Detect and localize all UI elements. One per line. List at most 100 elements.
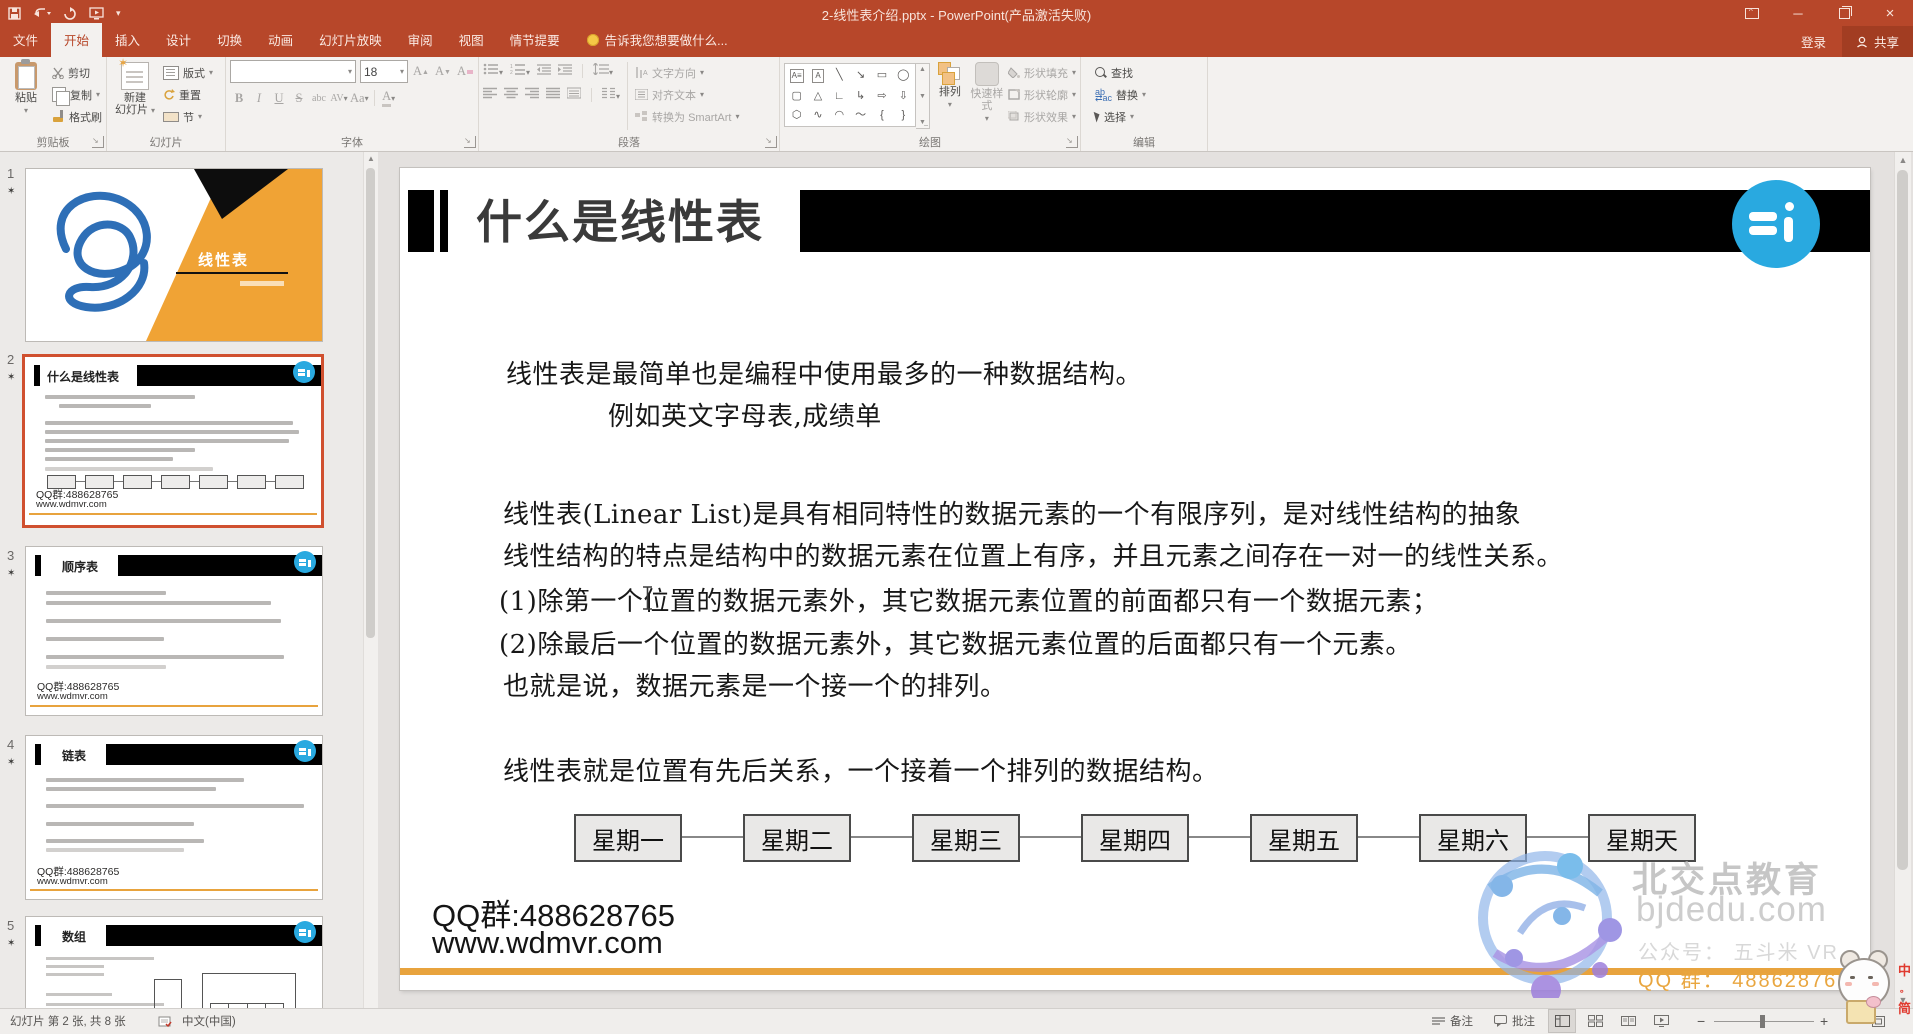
body-line[interactable]: 线性表就是位置有先后关系，一个接着一个排列的数据结构。 bbox=[503, 751, 1219, 788]
spell-check-icon[interactable] bbox=[158, 1009, 172, 1033]
zoom-in-button[interactable]: + bbox=[1820, 1009, 1828, 1033]
convert-smartart-button[interactable]: 转换为 SmartArt▾ bbox=[635, 107, 739, 126]
change-case-button[interactable]: Aa▾ bbox=[350, 88, 369, 108]
tab-file[interactable]: 文件 bbox=[0, 23, 51, 57]
triangle-shape-icon[interactable]: △ bbox=[814, 90, 822, 102]
chain-box-monday[interactable]: 星期一 bbox=[574, 814, 682, 862]
distribute-button[interactable] bbox=[567, 86, 581, 104]
shape-outline-button[interactable]: 形状轮廓▾ bbox=[1008, 85, 1076, 104]
format-painter-button[interactable]: 格式刷 bbox=[52, 107, 102, 126]
scribble-shape-icon[interactable]: ∿ bbox=[813, 109, 822, 121]
block-arrow-right-icon[interactable]: ⇨ bbox=[877, 90, 886, 102]
tab-review[interactable]: 审阅 bbox=[395, 23, 446, 57]
text-direction-button[interactable]: A文字方向▾ bbox=[635, 63, 739, 82]
align-left-button[interactable] bbox=[483, 86, 497, 104]
body-line[interactable]: 例如英文字母表,成绩单 bbox=[608, 396, 882, 433]
body-line[interactable]: (2)除最后一个位置的数据元素外，其它数据元素位置的后面都只有一个元素。 bbox=[499, 624, 1412, 661]
elbow-arrow-shape-icon[interactable]: ↳ bbox=[856, 90, 865, 102]
replace-button[interactable]: ab⇄ac替换▾ bbox=[1095, 85, 1146, 104]
tab-view[interactable]: 视图 bbox=[446, 23, 497, 57]
close-button[interactable]: × bbox=[1867, 0, 1913, 26]
dialog-launcher-icon[interactable]: ↘ bbox=[92, 136, 104, 148]
shape-fill-button[interactable]: 形状填充▾ bbox=[1008, 63, 1076, 82]
textbox-shape-icon[interactable]: A≡ bbox=[790, 69, 804, 83]
shape-effects-button[interactable]: 形状效果▾ bbox=[1008, 107, 1076, 126]
align-text-button[interactable]: 对齐文本▾ bbox=[635, 85, 739, 104]
tab-transitions[interactable]: 切换 bbox=[204, 23, 255, 57]
arc-shape-icon[interactable]: ◠ bbox=[835, 109, 845, 121]
slide-sorter-view-button[interactable] bbox=[1581, 1009, 1609, 1033]
strikethrough-button[interactable]: S bbox=[290, 88, 308, 108]
slide-thumbnail-2-selected[interactable]: 什么是线性表 QQ群:488628765 www.wdmvr.com bbox=[22, 354, 324, 528]
dialog-launcher-icon[interactable]: ↘ bbox=[765, 136, 777, 148]
ime-char[interactable]: 中 bbox=[1898, 960, 1911, 979]
tab-storyboard[interactable]: 情节提要 bbox=[497, 23, 573, 57]
slide-thumbnail-4[interactable]: 链表 QQ群:488628765 www.wdmvr.com bbox=[25, 735, 323, 900]
slide-thumbnail-1[interactable]: 线性表 bbox=[25, 168, 323, 342]
copy-button[interactable]: 复制▾ bbox=[52, 85, 102, 104]
freeform-shape-icon[interactable]: ⬡ bbox=[792, 109, 802, 121]
arrange-button[interactable]: 排列 ▾ bbox=[934, 60, 966, 132]
shadow-button[interactable]: abc bbox=[310, 88, 328, 108]
shapes-gallery-scrollbar[interactable]: ▲▼▼̲ bbox=[916, 63, 930, 129]
font-color-button[interactable]: A▾ bbox=[380, 88, 398, 108]
slide-title[interactable]: 什么是线性表 bbox=[476, 186, 764, 252]
curve-shape-icon[interactable]: ～ bbox=[855, 109, 866, 121]
tab-design[interactable]: 设计 bbox=[153, 23, 204, 57]
chain-box-wednesday[interactable]: 星期三 bbox=[912, 814, 1020, 862]
tab-insert[interactable]: 插入 bbox=[102, 23, 153, 57]
layout-button[interactable]: 版式▾ bbox=[163, 63, 213, 82]
find-button[interactable]: 查找 bbox=[1095, 63, 1146, 82]
line-spacing-button[interactable]: ▾ bbox=[593, 62, 613, 80]
reading-view-button[interactable] bbox=[1614, 1009, 1642, 1033]
justify-button[interactable] bbox=[546, 86, 560, 104]
bullets-button[interactable]: ▾ bbox=[483, 62, 503, 80]
columns-button[interactable]: ▾ bbox=[602, 86, 620, 104]
select-button[interactable]: 选择▾ bbox=[1095, 107, 1146, 126]
sign-in-link[interactable]: 登录 bbox=[1785, 32, 1842, 51]
cut-button[interactable]: 剪切 bbox=[52, 63, 102, 82]
slide-thumbnail-5[interactable]: 数组 bbox=[25, 916, 323, 1008]
ime-language-strip[interactable]: 中 。 简 bbox=[1897, 960, 1912, 1017]
zoom-out-button[interactable]: − bbox=[1697, 1009, 1705, 1033]
tab-home[interactable]: 开始 bbox=[51, 23, 102, 57]
scrollbar-thumb[interactable] bbox=[1897, 170, 1908, 870]
line-shape-icon[interactable]: ╲ bbox=[836, 69, 843, 83]
block-arrow-down-icon[interactable]: ⇩ bbox=[899, 90, 908, 102]
thumbnail-scrollbar[interactable]: ▲ bbox=[363, 152, 378, 1008]
comments-button[interactable]: 批注 bbox=[1494, 1009, 1535, 1033]
italic-button[interactable]: I bbox=[250, 88, 268, 108]
notes-button[interactable]: 备注 bbox=[1432, 1009, 1473, 1033]
slide-counter[interactable]: 幻灯片 第 2 张, 共 8 张 bbox=[10, 1009, 126, 1033]
increase-indent-button[interactable] bbox=[558, 62, 572, 80]
quick-styles-button[interactable]: 快速样式 ▾ bbox=[970, 60, 1004, 132]
shapes-gallery[interactable]: A≡ A ╲ ↘ ▭ ◯ ▢ △ ∟ ↳ ⇨ ⇩ ⬡ ∿ ◠ ～ { bbox=[784, 63, 916, 127]
slide-canvas[interactable]: 什么是线性表 线性表是最简单也是编程中使用最多的一种数据结构。 例如英文字母表,… bbox=[400, 168, 1870, 990]
dialog-launcher-icon[interactable]: ↘ bbox=[464, 136, 476, 148]
new-slide-button[interactable]: 新建幻灯片 ▾ bbox=[111, 60, 159, 132]
right-brace-shape-icon[interactable]: } bbox=[901, 109, 905, 121]
body-line[interactable]: 也就是说，数据元素是一个接一个的排列。 bbox=[503, 666, 1007, 703]
paste-button[interactable]: 粘贴 ▾ bbox=[4, 60, 48, 132]
align-center-button[interactable] bbox=[504, 86, 518, 104]
rounded-rectangle-shape-icon[interactable]: ▢ bbox=[791, 90, 801, 102]
rectangle-shape-icon[interactable]: ▭ bbox=[877, 69, 887, 83]
chain-box-thursday[interactable]: 星期四 bbox=[1081, 814, 1189, 862]
scroll-up-icon[interactable]: ▲ bbox=[365, 154, 377, 163]
chain-box-tuesday[interactable]: 星期二 bbox=[743, 814, 851, 862]
slideshow-view-button[interactable] bbox=[1647, 1009, 1675, 1033]
body-line[interactable]: (1)除第一个位置的数据元素外，其它数据元素位置的前面都只有一个数据元素； bbox=[499, 581, 1438, 618]
oval-shape-icon[interactable]: ◯ bbox=[897, 69, 909, 83]
body-line[interactable]: 线性表是最简单也是编程中使用最多的一种数据结构。 bbox=[506, 354, 1142, 391]
numbering-button[interactable]: 12▾ bbox=[510, 62, 530, 80]
body-line[interactable]: 线性结构的特点是结构中的数据元素在位置上有序，并且元素之间存在一对一的线性关系。 bbox=[503, 536, 1563, 573]
ime-char[interactable]: 简 bbox=[1898, 998, 1911, 1017]
vertical-textbox-shape-icon[interactable]: A bbox=[812, 69, 823, 83]
zoom-slider-thumb[interactable] bbox=[1760, 1015, 1765, 1028]
left-brace-shape-icon[interactable]: { bbox=[880, 109, 884, 121]
chain-box-friday[interactable]: 星期五 bbox=[1250, 814, 1358, 862]
restore-button[interactable] bbox=[1821, 0, 1867, 26]
ime-mascot[interactable] bbox=[1836, 948, 1892, 1028]
language-indicator[interactable]: 中文(中国) bbox=[182, 1009, 236, 1033]
normal-view-button[interactable] bbox=[1548, 1009, 1576, 1033]
